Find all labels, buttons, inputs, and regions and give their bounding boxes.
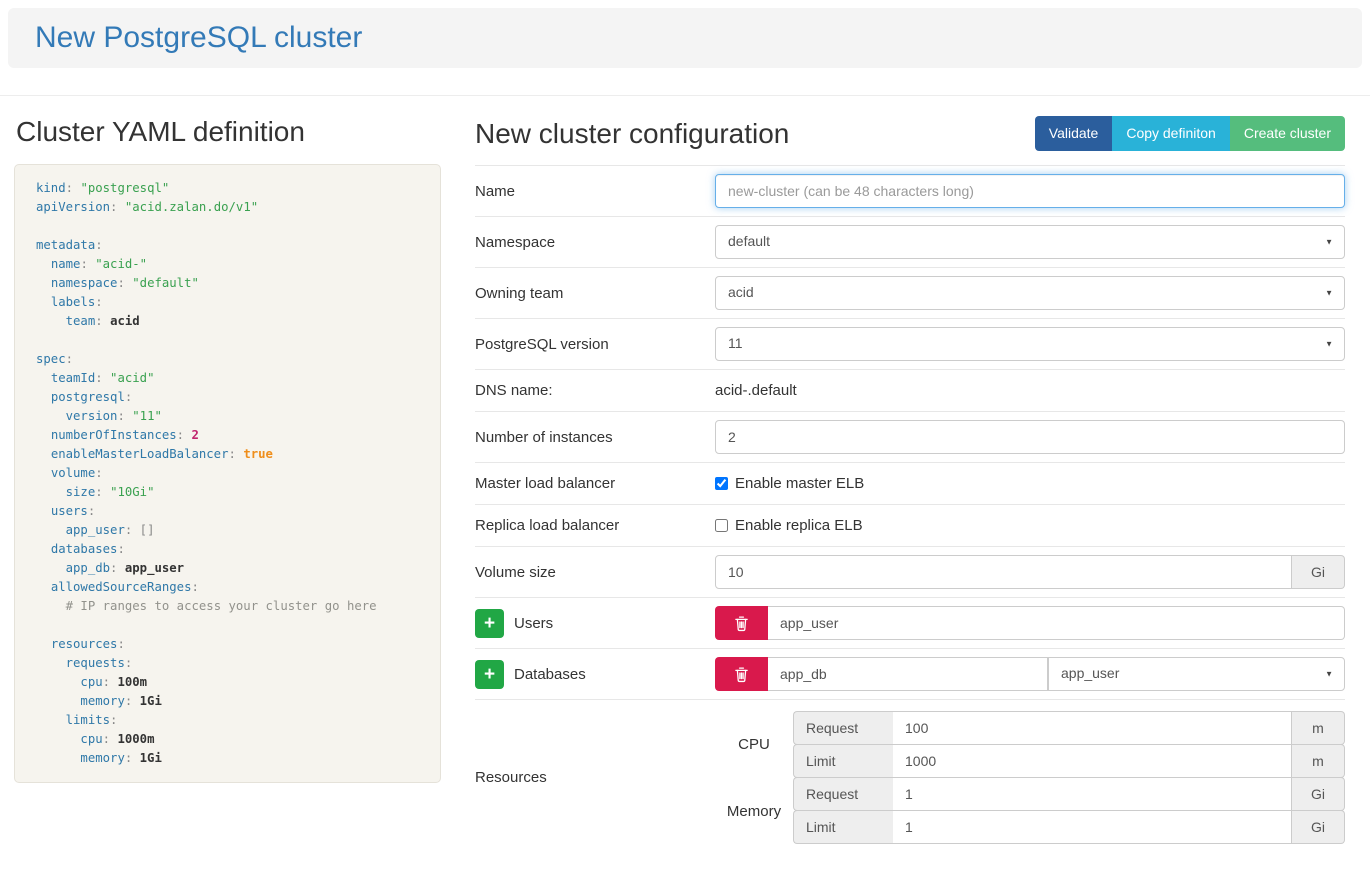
user-list-item <box>715 606 1345 640</box>
namespace-select[interactable]: default ▼ <box>715 225 1345 259</box>
databases-label: Databases <box>514 666 586 683</box>
memory-limit-unit-addon: Gi <box>1292 810 1345 844</box>
cluster-yaml-definition: kind: "postgresql"apiVersion: "acid.zala… <box>14 164 441 783</box>
instances-label: Number of instances <box>475 429 715 446</box>
memory-limit-addon: Limit <box>793 810 893 844</box>
add-user-button[interactable]: + <box>475 609 504 638</box>
user-name-input[interactable] <box>768 606 1345 640</box>
cpu-request-unit-addon: m <box>1292 711 1345 745</box>
remove-user-button[interactable] <box>715 606 768 640</box>
create-cluster-button[interactable]: Create cluster <box>1230 116 1345 151</box>
form-row-users: + Users <box>475 597 1345 648</box>
yaml-column: Cluster YAML definition kind: "postgresq… <box>14 114 441 856</box>
trash-icon <box>734 615 749 632</box>
form-row-volume-size: Volume size Gi <box>475 546 1345 597</box>
cpu-limit-input[interactable] <box>893 744 1292 778</box>
form-row-replica-lb: Replica load balancer Enable replica ELB <box>475 504 1345 546</box>
page-title: New PostgreSQL cluster <box>35 21 1335 55</box>
volume-unit-addon: Gi <box>1292 555 1345 589</box>
database-list-item: app_user ▼ <box>715 657 1345 691</box>
postgresql-version-selected-value: 11 <box>728 335 743 351</box>
owning-team-select[interactable]: acid ▼ <box>715 276 1345 310</box>
form-row-resources: Resources CPU Request m Limit <box>475 699 1345 856</box>
config-column: New cluster configuration Validate Copy … <box>475 114 1345 856</box>
form-row-instances: Number of instances <box>475 411 1345 462</box>
enable-replica-elb-text: Enable replica ELB <box>735 517 863 534</box>
chevron-down-icon: ▼ <box>1325 237 1333 246</box>
cpu-request-input[interactable] <box>893 711 1292 745</box>
users-label: Users <box>514 615 553 632</box>
cpu-limit-unit-addon: m <box>1292 744 1345 778</box>
plus-icon: + <box>484 665 495 684</box>
chevron-down-icon: ▼ <box>1325 669 1333 678</box>
validate-button[interactable]: Validate <box>1035 116 1113 151</box>
database-name-input[interactable] <box>768 657 1048 691</box>
cluster-name-input[interactable] <box>715 174 1345 208</box>
memory-group-label: Memory <box>715 778 793 844</box>
volume-size-input[interactable] <box>715 555 1292 589</box>
enable-master-elb-text: Enable master ELB <box>735 475 864 492</box>
trash-icon <box>734 666 749 683</box>
copy-definition-button[interactable]: Copy definiton <box>1112 116 1230 151</box>
owning-team-selected-value: acid <box>728 284 754 300</box>
replica-lb-label: Replica load balancer <box>475 517 715 534</box>
cpu-group-label: CPU <box>715 711 793 778</box>
resources-label: Resources <box>475 711 715 844</box>
cluster-config-form: Name Namespace default ▼ Owning team <box>475 165 1345 856</box>
enable-master-elb-checkbox[interactable] <box>715 477 728 490</box>
cpu-resource-group: CPU Request m Limit m <box>715 711 1345 778</box>
remove-database-button[interactable] <box>715 657 768 691</box>
form-row-name: Name <box>475 165 1345 216</box>
config-heading: New cluster configuration <box>475 118 789 150</box>
memory-limit-input[interactable] <box>893 810 1292 844</box>
form-row-postgresql-version: PostgreSQL version 11 ▼ <box>475 318 1345 369</box>
yaml-heading: Cluster YAML definition <box>16 116 441 148</box>
form-row-dns-name: DNS name: acid-.default <box>475 369 1345 411</box>
chevron-down-icon: ▼ <box>1325 288 1333 297</box>
volume-size-label: Volume size <box>475 564 715 581</box>
namespace-selected-value: default <box>728 233 770 249</box>
dns-name-label: DNS name: <box>475 382 715 399</box>
master-lb-label: Master load balancer <box>475 475 715 492</box>
form-row-namespace: Namespace default ▼ <box>475 216 1345 267</box>
memory-request-unit-addon: Gi <box>1292 777 1345 811</box>
namespace-label: Namespace <box>475 234 715 251</box>
database-owner-selected-value: app_user <box>1061 665 1119 681</box>
memory-resource-group: Memory Request Gi Limit Gi <box>715 778 1345 844</box>
toolbar: Validate Copy definiton Create cluster <box>1035 116 1345 151</box>
cpu-request-addon: Request <box>793 711 893 745</box>
postgresql-version-label: PostgreSQL version <box>475 336 715 353</box>
page-header: New PostgreSQL cluster <box>8 8 1362 68</box>
postgresql-version-select[interactable]: 11 ▼ <box>715 327 1345 361</box>
cpu-limit-addon: Limit <box>793 744 893 778</box>
enable-replica-elb-option[interactable]: Enable replica ELB <box>715 517 863 534</box>
memory-request-addon: Request <box>793 777 893 811</box>
header-divider <box>0 95 1370 96</box>
name-label: Name <box>475 183 715 200</box>
form-row-master-lb: Master load balancer Enable master ELB <box>475 462 1345 504</box>
chevron-down-icon: ▼ <box>1325 339 1333 348</box>
enable-master-elb-option[interactable]: Enable master ELB <box>715 475 864 492</box>
owning-team-label: Owning team <box>475 285 715 302</box>
memory-request-input[interactable] <box>893 777 1292 811</box>
form-row-databases: + Databases <box>475 648 1345 699</box>
enable-replica-elb-checkbox[interactable] <box>715 519 728 532</box>
add-database-button[interactable]: + <box>475 660 504 689</box>
form-row-owning-team: Owning team acid ▼ <box>475 267 1345 318</box>
database-owner-select[interactable]: app_user ▼ <box>1048 657 1345 691</box>
dns-name-value: acid-.default <box>715 382 797 399</box>
plus-icon: + <box>484 614 495 633</box>
instances-input[interactable] <box>715 420 1345 454</box>
